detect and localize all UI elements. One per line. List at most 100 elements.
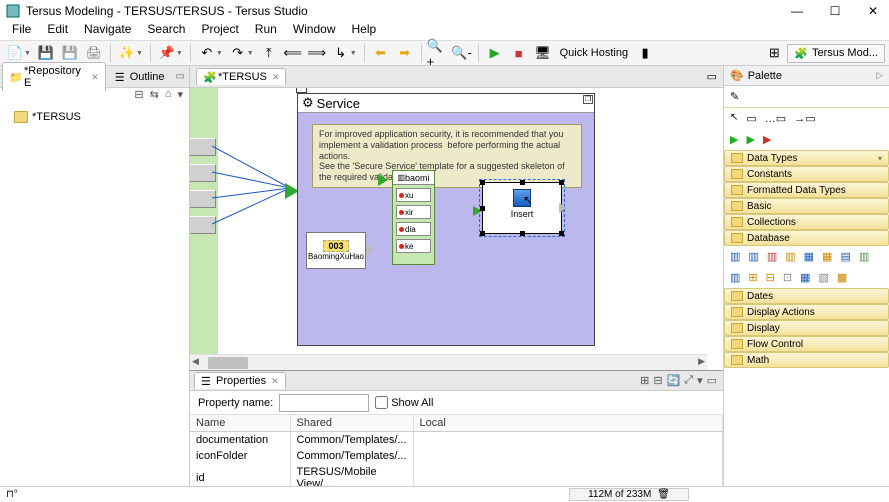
- drawer-formatted[interactable]: Formatted Data Types: [724, 182, 889, 198]
- menu-window[interactable]: Window: [287, 22, 342, 40]
- col-name[interactable]: Name: [190, 415, 290, 432]
- menu-project[interactable]: Project: [195, 22, 244, 40]
- nav-next-button[interactable]: ⟹: [306, 42, 328, 64]
- props-min[interactable]: ▭: [707, 374, 717, 387]
- minimize-button[interactable]: —: [787, 4, 807, 18]
- nav-prev-button[interactable]: ⟸: [282, 42, 304, 64]
- back-button[interactable]: ⬅: [370, 42, 392, 64]
- marquee-tool[interactable]: ▭: [746, 112, 756, 125]
- perspective-tersus[interactable]: 🧩 Tersus Mod...: [787, 44, 885, 63]
- col-local[interactable]: Local: [413, 415, 722, 432]
- drawer-dates[interactable]: Dates: [724, 288, 889, 304]
- drawer-constants[interactable]: Constants: [724, 166, 889, 182]
- new-button[interactable]: 📄: [4, 42, 26, 64]
- maximize-button[interactable]: ☐: [825, 4, 845, 18]
- db-item-8[interactable]: ▥: [859, 250, 869, 263]
- db-item-7[interactable]: ▤: [840, 250, 850, 263]
- db-button[interactable]: ▮: [634, 42, 656, 64]
- drawer-data-types[interactable]: Data Types▾: [724, 150, 889, 166]
- tab-close-icon[interactable]: ✕: [271, 376, 279, 387]
- menu-run[interactable]: Run: [249, 22, 283, 40]
- horizontal-scrollbar[interactable]: ◀ ▶: [190, 354, 707, 370]
- tab-outline[interactable]: ☰ Outline: [108, 68, 172, 85]
- props-tool-3[interactable]: 🔄: [667, 374, 681, 387]
- col-shared[interactable]: Shared: [290, 415, 413, 432]
- open-perspective-button[interactable]: ⊞: [763, 42, 785, 64]
- palette-collapse-icon[interactable]: ▷: [876, 70, 883, 81]
- drawer-basic[interactable]: Basic: [724, 198, 889, 214]
- props-tool-1[interactable]: ⊞: [640, 374, 649, 387]
- baomingxuhao-box[interactable]: 003 BaomingXuHao: [306, 232, 366, 269]
- props-tool-5[interactable]: ▾: [697, 374, 703, 387]
- db2-item-2[interactable]: ⊞: [748, 271, 757, 284]
- tab-properties[interactable]: ☰ Properties ✕: [194, 372, 286, 389]
- redo-button[interactable]: ↷: [227, 42, 249, 64]
- db2-item-4[interactable]: ⊡: [783, 271, 792, 284]
- baoming-box[interactable]: ▥baomi xu xir dia ke: [392, 170, 435, 265]
- editor-tab-tersus[interactable]: 🧩 *TERSUS ✕: [196, 68, 286, 85]
- db-item-3[interactable]: ▥: [767, 250, 777, 263]
- view-minimize-icon[interactable]: ▭: [172, 71, 189, 82]
- db2-item-6[interactable]: ▧: [818, 271, 828, 284]
- nav-button[interactable]: ↳: [330, 42, 352, 64]
- db2-item-3[interactable]: ⊟: [766, 271, 775, 284]
- run-button[interactable]: ▶: [484, 42, 506, 64]
- drawer-math[interactable]: Math: [724, 352, 889, 368]
- service-box[interactable]: - ❐ ⚙ Service For improved application s…: [297, 93, 595, 346]
- menu-edit[interactable]: Edit: [41, 22, 74, 40]
- db2-item-1[interactable]: ▥: [730, 271, 740, 284]
- field-ke[interactable]: ke: [396, 239, 431, 253]
- drawer-flow-control[interactable]: Flow Control: [724, 336, 889, 352]
- select-tool[interactable]: ↖: [730, 112, 738, 125]
- print-button[interactable]: 🖨: [83, 42, 105, 64]
- zoom-in-button[interactable]: 🔍+: [427, 42, 449, 64]
- stop-button[interactable]: ■: [508, 42, 530, 64]
- note-tool[interactable]: …▭: [765, 112, 786, 125]
- field-dia[interactable]: dia: [396, 222, 431, 236]
- props-tool-2[interactable]: ⊟: [653, 374, 662, 387]
- db-item-2[interactable]: ▥: [748, 250, 758, 263]
- model-canvas[interactable]: <Parent> <Inserted> - ❐ ⚙ Service For im…: [190, 88, 707, 354]
- wizard-button[interactable]: ✨: [116, 42, 138, 64]
- db-item-4[interactable]: ▥: [785, 250, 795, 263]
- play-tool[interactable]: ▶: [730, 133, 738, 146]
- props-tool-4[interactable]: ⤢: [684, 374, 693, 387]
- menu-navigate[interactable]: Navigate: [78, 22, 137, 40]
- property-name-input[interactable]: [279, 394, 369, 412]
- db2-item-7[interactable]: ▩: [837, 271, 847, 284]
- editor-maximize-icon[interactable]: ▭: [707, 70, 723, 83]
- drawer-display[interactable]: Display: [724, 320, 889, 336]
- db-item-5[interactable]: ▦: [804, 250, 814, 263]
- quick-hosting-label[interactable]: Quick Hosting: [556, 47, 632, 59]
- drawer-collections[interactable]: Collections: [724, 214, 889, 230]
- stop-tool[interactable]: ▶: [763, 133, 771, 146]
- db2-item-5[interactable]: ▦: [800, 271, 810, 284]
- undo-button[interactable]: ↶: [196, 42, 218, 64]
- link-icon[interactable]: ⇆: [150, 88, 159, 106]
- show-all-checkbox[interactable]: Show All: [375, 396, 433, 409]
- quick-host-icon[interactable]: 🖥: [532, 42, 554, 64]
- close-button[interactable]: ✕: [863, 4, 883, 18]
- home-icon[interactable]: ⌂: [165, 88, 172, 106]
- save-all-button[interactable]: 💾: [59, 42, 81, 64]
- field-xu[interactable]: xu: [396, 188, 431, 202]
- gc-icon[interactable]: 🗑: [657, 489, 670, 500]
- tree-root-item[interactable]: *TERSUS: [4, 110, 185, 124]
- drawer-database[interactable]: Database: [724, 230, 889, 246]
- field-xir[interactable]: xir: [396, 205, 431, 219]
- nav-up-button[interactable]: ⤒: [258, 42, 280, 64]
- fwd-button[interactable]: ➡: [394, 42, 416, 64]
- save-button[interactable]: 💾: [35, 42, 57, 64]
- db-item-6[interactable]: ▦: [822, 250, 832, 263]
- edit-tool-icon[interactable]: ✎: [730, 90, 739, 103]
- zoom-out-button[interactable]: 🔍-: [451, 42, 473, 64]
- play2-tool[interactable]: ▶: [746, 133, 754, 146]
- menu-file[interactable]: File: [6, 22, 37, 40]
- tab-close-icon[interactable]: ✕: [91, 72, 99, 83]
- restore-icon[interactable]: ❐: [583, 95, 593, 104]
- menu-help[interactable]: Help: [346, 22, 383, 40]
- tab-repository-explorer[interactable]: 📁 *Repository E ✕: [2, 62, 106, 91]
- drawer-display-actions[interactable]: Display Actions: [724, 304, 889, 320]
- memory-status[interactable]: 112M of 233M 🗑: [569, 488, 689, 501]
- tab-close-icon[interactable]: ✕: [272, 72, 280, 83]
